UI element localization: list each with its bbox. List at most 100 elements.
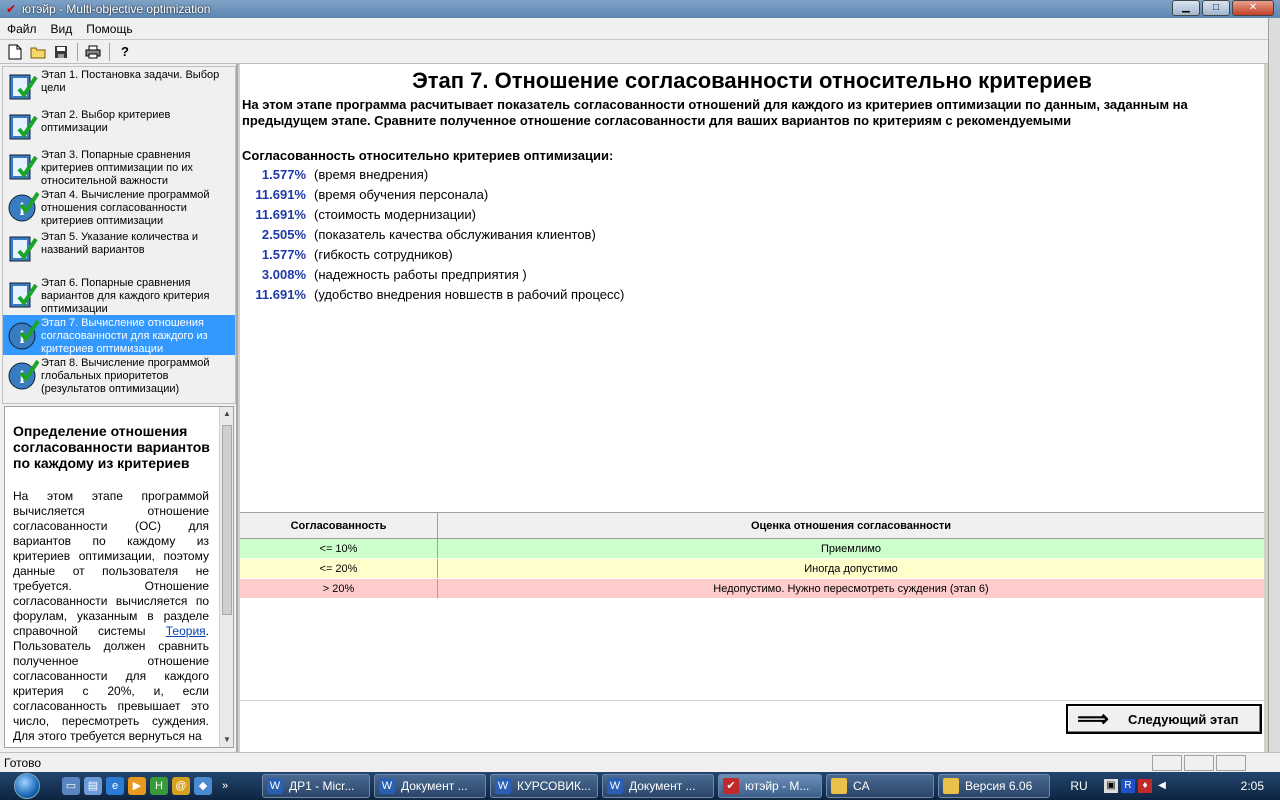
step-label: Этап 7. Вычисление отношения согласованн… xyxy=(41,317,208,355)
step-item-6[interactable]: Этап 6. Попарные сравнения вариантов для… xyxy=(3,275,235,315)
criterion-name: (показатель качества обслуживания клиент… xyxy=(314,226,596,242)
print-icon[interactable] xyxy=(82,42,104,62)
explorer-icon[interactable]: ◆ xyxy=(194,777,212,795)
close-button[interactable]: ✕ xyxy=(1232,0,1274,16)
switch-windows-icon[interactable]: ▤ xyxy=(84,777,102,795)
help-icon[interactable]: ? xyxy=(114,42,136,62)
criterion-row: 1.577% (гибкость сотрудников) xyxy=(242,244,453,264)
step-item-5[interactable]: Этап 5. Указание количества и названий в… xyxy=(3,229,235,269)
keyboard-layout-icon[interactable]: R xyxy=(1121,779,1135,793)
internet-explorer-icon[interactable]: e xyxy=(106,777,124,795)
step-label: Этап 1. Постановка задачи. Выбор цели xyxy=(41,69,220,94)
right-scroll-strip xyxy=(1268,18,1280,772)
antivirus-icon[interactable]: ♦ xyxy=(1138,779,1152,793)
page-title: Этап 7. Отношение согласованности относи… xyxy=(412,68,1092,93)
app-icon: ✔ xyxy=(5,2,17,16)
checked-document-icon xyxy=(9,74,38,100)
help-title: Определение отношения согласованности ва… xyxy=(13,423,210,471)
steps-list: Этап 1. Постановка задачи. Выбор цели Эт… xyxy=(2,66,236,404)
checked-document-icon xyxy=(9,114,38,140)
criterion-name: (стоимость модернизации) xyxy=(314,206,476,222)
clock[interactable]: 2:05 xyxy=(1241,779,1264,793)
step-label: Этап 5. Указание количества и названий в… xyxy=(41,231,199,256)
status-pane xyxy=(1184,755,1214,771)
minimize-button[interactable]: ▁ xyxy=(1172,0,1200,16)
threshold-cell: <= 10% xyxy=(240,539,438,558)
table-header: Согласованность Оценка отношения согласо… xyxy=(240,513,1264,539)
step-item-7[interactable]: i Этап 7. Вычисление отношения согласова… xyxy=(3,315,235,355)
new-file-icon[interactable] xyxy=(4,42,26,62)
checked-info-icon: i xyxy=(8,319,39,350)
scroll-down-icon[interactable]: ▼ xyxy=(220,733,233,747)
help-scrollbar[interactable]: ▲ ▼ xyxy=(219,407,233,747)
word-icon: W xyxy=(495,778,511,794)
network-icon[interactable]: ▣ xyxy=(1104,779,1118,793)
toolbar-separator xyxy=(109,42,110,61)
step-label: Этап 8. Вычисление программой глобальных… xyxy=(41,357,210,395)
header-consistency: Согласованность xyxy=(240,513,438,538)
next-step-label: Следующий этап xyxy=(1128,711,1239,727)
step-item-2[interactable]: Этап 2. Выбор критериев оптимизации xyxy=(3,107,235,147)
show-desktop-icon[interactable]: ▭ xyxy=(62,777,80,795)
taskbar-item[interactable]: W Документ ... xyxy=(602,774,714,798)
menu-help[interactable]: Помощь xyxy=(79,22,139,36)
taskbar-item[interactable]: W ДР1 - Micr... xyxy=(262,774,370,798)
step-label: Этап 6. Попарные сравнения вариантов для… xyxy=(41,277,210,315)
step-item-8[interactable]: i Этап 8. Вычисление программой глобальн… xyxy=(3,355,235,395)
more-icon[interactable]: » xyxy=(216,777,234,795)
start-button[interactable] xyxy=(2,772,52,800)
checked-info-icon: i xyxy=(8,191,39,222)
maximize-button[interactable]: □ xyxy=(1202,0,1230,16)
menu-view[interactable]: Вид xyxy=(44,22,80,36)
save-icon[interactable] xyxy=(50,42,72,62)
scroll-thumb[interactable] xyxy=(222,425,232,615)
criterion-name: (удобство внедрения новшеств в рабочий п… xyxy=(314,286,625,302)
criterion-row: 11.691% (стоимость модернизации) xyxy=(242,204,476,224)
status-bar: Готово xyxy=(0,752,1280,772)
step-item-3[interactable]: Этап 3. Попарные сравнения критериев опт… xyxy=(3,147,235,187)
step-label: Этап 3. Попарные сравнения критериев опт… xyxy=(41,149,193,187)
checked-document-icon xyxy=(9,236,38,262)
word-icon: W xyxy=(267,778,283,794)
taskbar-item[interactable]: Версия 6.06 xyxy=(938,774,1050,798)
open-folder-icon[interactable] xyxy=(27,42,49,62)
title-bar: ✔ ютэйр - Multi-objective optimization ▁… xyxy=(0,0,1280,18)
taskbar-item-active[interactable]: ✔ ютэйр - M... xyxy=(718,774,822,798)
step-item-1[interactable]: Этап 1. Постановка задачи. Выбор цели xyxy=(3,67,235,107)
taskbar-item[interactable]: W Документ ... xyxy=(374,774,486,798)
criterion-value: 1.577% xyxy=(261,246,306,262)
toolbar-separator xyxy=(77,42,78,61)
taskbar-label: КУРСОВИК... xyxy=(517,779,591,793)
app-launcher-icon[interactable]: H xyxy=(150,777,168,795)
app-icon: ✔ xyxy=(723,778,739,794)
menu-bar: Файл Вид Помощь xyxy=(0,18,1268,40)
mail-icon[interactable]: @ xyxy=(172,777,190,795)
word-icon: W xyxy=(379,778,395,794)
menu-file[interactable]: Файл xyxy=(0,22,44,36)
taskbar-item[interactable]: W КУРСОВИК... xyxy=(490,774,598,798)
checked-document-icon xyxy=(9,154,38,180)
scroll-up-icon[interactable]: ▲ xyxy=(220,407,233,421)
theory-link[interactable]: Теория xyxy=(166,624,206,638)
taskbar-label: Документ ... xyxy=(629,779,696,793)
taskbar-item[interactable]: CA xyxy=(826,774,934,798)
divider xyxy=(240,700,1264,701)
folder-icon xyxy=(831,778,847,794)
step-item-4[interactable]: i Этап 4. Вычисление программой отношени… xyxy=(3,187,235,227)
system-tray: RU ▣ R ♦ ◀ 2:05 xyxy=(1064,772,1280,800)
taskbar-label: CA xyxy=(853,779,870,793)
criterion-value: 1.577% xyxy=(261,166,306,182)
language-indicator[interactable]: RU xyxy=(1064,779,1094,793)
media-player-icon[interactable]: ▶ xyxy=(128,777,146,795)
criterion-name: (время обучения персонала) xyxy=(314,186,489,202)
volume-icon[interactable]: ◀ xyxy=(1155,779,1169,793)
criterion-value: 11.691% xyxy=(255,186,306,202)
next-step-button[interactable]: ⟹ Следующий этап xyxy=(1066,704,1262,734)
status-pane xyxy=(1216,755,1246,771)
taskbar: ▭ ▤ e ▶ H @ ◆ » W ДР1 - Micr... W Документ… xyxy=(0,772,1280,800)
consistency-header: Согласованность относительно критериев о… xyxy=(242,148,614,163)
taskbar-label: Документ ... xyxy=(401,779,468,793)
criterion-row: 3.008% (надежность работы предприятия ) xyxy=(242,264,527,284)
main-content: Этап 7. Отношение согласованности относи… xyxy=(240,64,1264,752)
page-description: На этом этапе программа расчитывает пока… xyxy=(242,97,1188,128)
